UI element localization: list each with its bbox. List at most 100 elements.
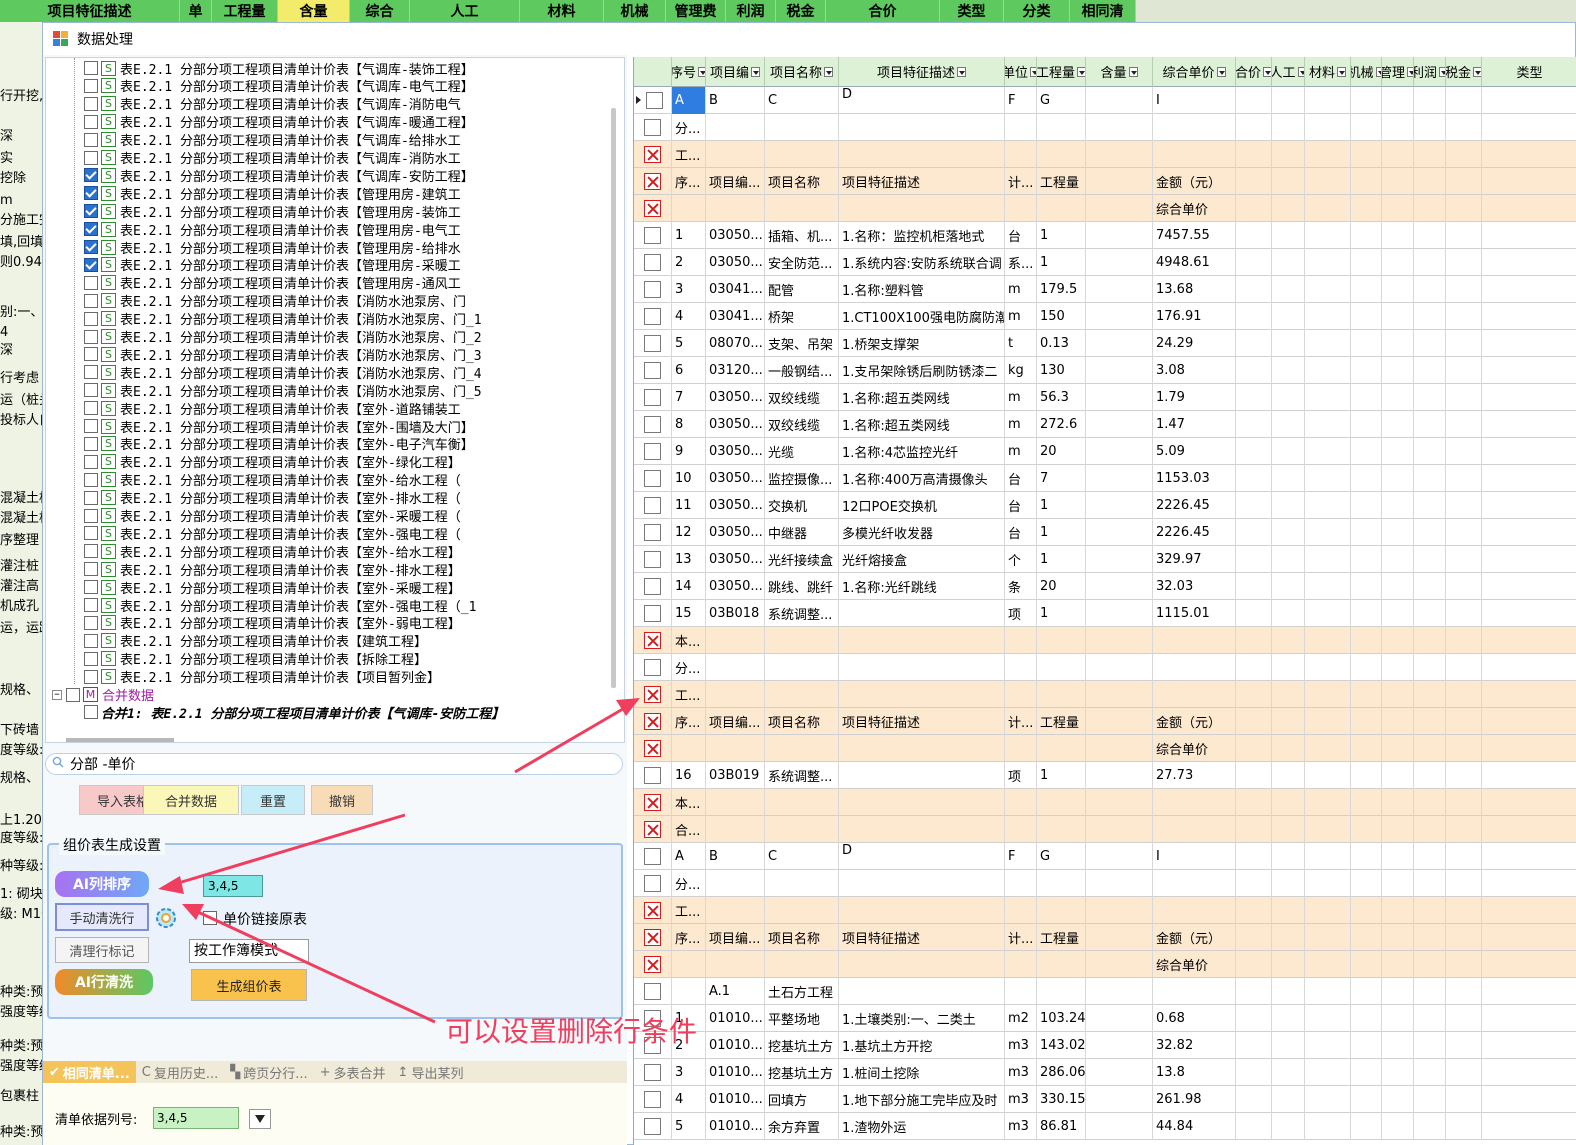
grid-cell[interactable]: A.1 [706, 978, 765, 1005]
grid-cell[interactable] [1382, 924, 1414, 951]
gear-icon[interactable] [153, 905, 179, 931]
grid-cell[interactable] [1272, 168, 1305, 195]
grid-cell[interactable] [839, 870, 1005, 897]
grid-column-header[interactable]: 税金 [1446, 57, 1482, 87]
grid-cell[interactable]: 01010... [706, 1005, 765, 1032]
grid-row[interactable]: 序... 项目编... 项目名称 项目特征描述 计... 工程量 金额（元） [634, 708, 1576, 735]
grid-cell[interactable] [1272, 141, 1305, 168]
grid-column-header[interactable]: 含量 [1086, 57, 1153, 87]
grid-cell[interactable] [1272, 1059, 1305, 1086]
grid-cell[interactable] [1037, 627, 1086, 654]
grid-cell[interactable] [1086, 573, 1153, 600]
tree-item[interactable]: S 表E.2.1 分部分项工程项目清单计价表【室外-排水工程】 [84, 560, 461, 579]
grid-cell[interactable] [1236, 1113, 1272, 1140]
tree-item-checkbox[interactable] [84, 257, 98, 272]
grid-cell[interactable] [1446, 843, 1482, 870]
grid-cell[interactable] [1351, 978, 1382, 1005]
tree-item[interactable]: S 表E.2.1 分部分项工程项目清单计价表【气调库-消防电气 [84, 95, 461, 113]
grid-cell[interactable] [1446, 924, 1482, 951]
grid-cell[interactable]: 序... [672, 924, 706, 951]
row-checkbox[interactable] [644, 524, 661, 541]
grid-cell[interactable]: 项目名称 [765, 708, 839, 735]
tree-item[interactable]: S 表E.2.1 分部分项工程项目清单计价表【室外-强电工程（_1 [84, 596, 476, 615]
grid-cell[interactable] [1272, 789, 1305, 816]
tree-item-checkbox[interactable] [84, 275, 98, 290]
filter-dropdown-icon[interactable] [1473, 66, 1481, 77]
grid-cell[interactable]: 6 [672, 357, 706, 384]
grid-cell[interactable] [1086, 465, 1153, 492]
tab-1[interactable]: C 复用历史... [136, 1061, 224, 1083]
tree-item-checkbox[interactable] [84, 669, 98, 684]
grid-cell[interactable] [1351, 465, 1382, 492]
grid-row[interactable]: 12 03050... 中继器 多模光纤收发器台 1 2226.45 [634, 519, 1576, 546]
grid-cell[interactable]: 03B018 [706, 600, 765, 627]
tree-item[interactable]: S 表E.2.1 分部分项工程项目清单计价表【气调库-电气工程】 [84, 77, 474, 95]
grid-cell[interactable] [1446, 978, 1482, 1005]
grid-column-header[interactable]: 机械 [1351, 57, 1382, 87]
grid-cell[interactable] [1446, 303, 1482, 330]
grid-cell[interactable] [706, 735, 765, 762]
data-grid[interactable]: 序号项目编项目名称项目特征描述单位工程量含量综合单价合价人工材料机械管理利润税金… [633, 57, 1576, 1145]
grid-cell[interactable] [1236, 249, 1272, 276]
grid-cell[interactable] [1236, 762, 1272, 789]
grid-cell[interactable] [1382, 357, 1414, 384]
grid-cell[interactable] [1086, 789, 1153, 816]
grid-cell[interactable] [1305, 438, 1351, 465]
grid-cell[interactable] [706, 114, 765, 141]
grid-cell[interactable] [1086, 411, 1153, 438]
grid-cell[interactable] [1446, 816, 1482, 843]
grid-cell[interactable] [1305, 222, 1351, 249]
grid-cell[interactable] [1272, 654, 1305, 681]
grid-cell[interactable]: F [1005, 87, 1037, 114]
grid-cell[interactable] [706, 654, 765, 681]
grid-cell[interactable]: 176.91 [1153, 303, 1236, 330]
grid-cell[interactable] [672, 735, 706, 762]
grid-cell[interactable] [1351, 600, 1382, 627]
grid-cell[interactable] [1272, 1086, 1305, 1113]
row-checkbox[interactable] [644, 119, 661, 136]
grid-cell[interactable] [1482, 816, 1576, 843]
grid-cell[interactable] [1382, 735, 1414, 762]
grid-cell[interactable] [1272, 438, 1305, 465]
tree-item[interactable]: S 表E.2.1 分部分项工程项目清单计价表【消防水池泵房、门_1 [84, 310, 482, 328]
grid-cell[interactable] [1446, 1113, 1482, 1140]
grid-cell[interactable] [1482, 1086, 1576, 1113]
grid-cell[interactable]: 1.79 [1153, 384, 1236, 411]
grid-cell[interactable] [765, 735, 839, 762]
grid-cell[interactable] [1272, 897, 1305, 924]
grid-cell[interactable] [1236, 168, 1272, 195]
grid-cell[interactable] [1414, 384, 1446, 411]
grid-cell[interactable]: t [1005, 330, 1037, 357]
grid-cell[interactable]: A [672, 843, 706, 870]
grid-cell[interactable] [1351, 870, 1382, 897]
tree-item[interactable]: S 表E.2.1 分部分项工程项目清单计价表【室外-道路铺装工 [84, 399, 461, 418]
grid-cell[interactable] [1482, 870, 1576, 897]
grid-cell[interactable] [1086, 114, 1153, 141]
grid-cell[interactable] [1236, 492, 1272, 519]
grid-cell[interactable] [1272, 546, 1305, 573]
grid-cell[interactable] [1446, 897, 1482, 924]
grid-cell[interactable]: m3 [1005, 1032, 1037, 1059]
grid-cell[interactable] [1414, 465, 1446, 492]
row-checkbox[interactable] [644, 362, 661, 379]
grid-cell[interactable] [1414, 276, 1446, 303]
tree-item-checkbox[interactable] [84, 615, 98, 630]
grid-cell[interactable]: 台 [1005, 465, 1037, 492]
grid-cell[interactable]: 1.名称:光纤跳线 [839, 573, 1005, 600]
grid-cell[interactable] [1005, 789, 1037, 816]
grid-cell[interactable]: 项 [1005, 600, 1037, 627]
grid-cell[interactable] [1414, 222, 1446, 249]
grid-cell[interactable] [1236, 546, 1272, 573]
grid-cell[interactable] [1236, 1086, 1272, 1113]
tree-item-checkbox[interactable] [84, 96, 98, 111]
grid-cell[interactable]: A [672, 87, 706, 114]
grid-cell[interactable] [1382, 654, 1414, 681]
grid-cell[interactable] [1351, 141, 1382, 168]
tree-item-checkbox[interactable] [84, 383, 98, 398]
tree-item[interactable]: S 表E.2.1 分部分项工程项目清单计价表【室外-采暖工程】 [84, 578, 461, 597]
row-checkbox[interactable] [644, 308, 661, 325]
grid-cell[interactable] [1305, 1059, 1351, 1086]
grid-cell[interactable]: 系统调整... [765, 762, 839, 789]
grid-cell[interactable]: 7 [1037, 465, 1086, 492]
grid-cell[interactable] [1305, 627, 1351, 654]
